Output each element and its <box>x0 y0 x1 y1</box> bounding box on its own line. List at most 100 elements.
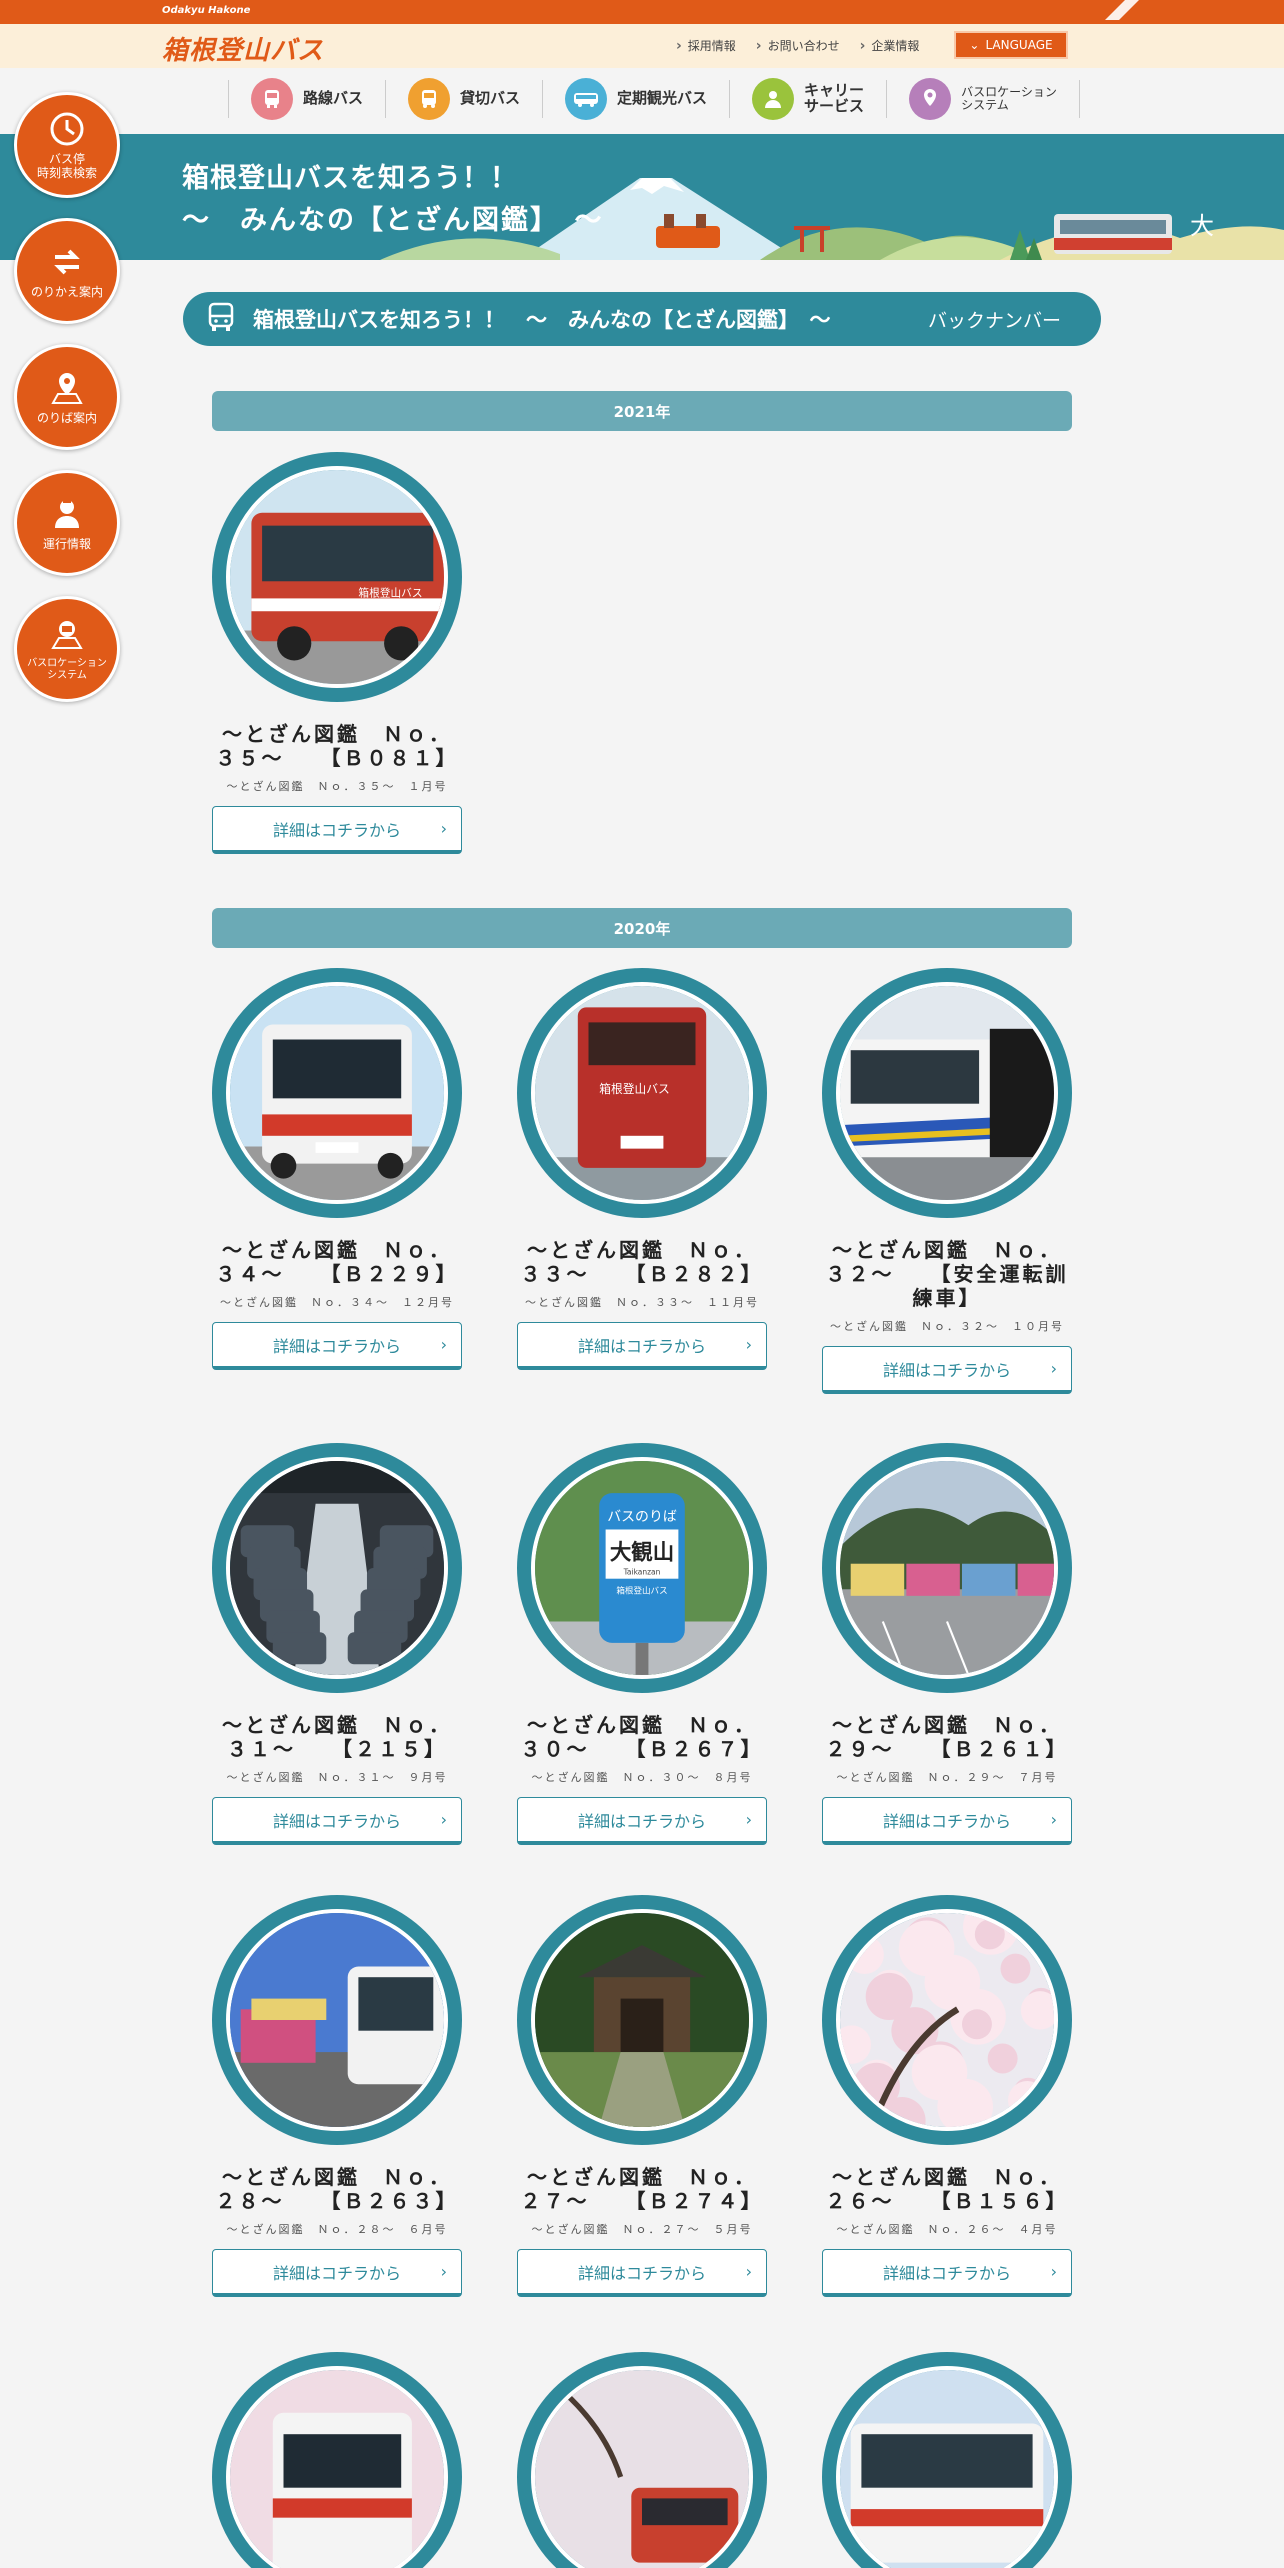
card-title: ～とざん図鑑 Ｎｏ．３０～ 【Ｂ２６７】 <box>520 1713 764 1761</box>
card-photo[interactable] <box>212 1895 462 2145</box>
card-title: ～とざん図鑑 Ｎｏ．２８～ 【Ｂ２６３】 <box>215 2165 459 2213</box>
bus-location-icon <box>48 616 86 654</box>
gallery-card: ～とざん図鑑 Ｎｏ．３２～ 【安全運転訓練車】 ～とざん図鑑 Ｎｏ．３２～ １０月… <box>822 968 1072 1394</box>
card-photo-frame: 箱根登山バス <box>531 982 753 1204</box>
chevron-right-icon: › <box>440 1810 447 1829</box>
recruit-link[interactable]: › 採用情報 <box>676 37 736 54</box>
card-photo[interactable] <box>212 2352 462 2568</box>
photo-bus-cherry-road <box>535 2370 749 2568</box>
card-photo[interactable]: バスのりば 大観山 Taikanzan 箱根登山バス <box>517 1443 767 1693</box>
details-button[interactable]: 詳細はコチラから › <box>517 1322 767 1370</box>
card-subtitle: ～とざん図鑑 Ｎｏ．３１～ ９月号 <box>226 1771 448 1784</box>
card-subtitle: ～とざん図鑑 Ｎｏ．３５～ １月号 <box>226 780 448 793</box>
nav-bus-location[interactable]: バスロケーション システム <box>886 78 1080 120</box>
details-button-label: 詳細はコチラから <box>272 820 401 840</box>
side-nav: バス停 時刻表検索 のりかえ案内 のりば案内 運行情報 バスロケーション システ… <box>14 92 120 722</box>
nav-route-bus[interactable]: 路線バス <box>228 78 385 120</box>
card-title: ～とざん図鑑 Ｎｏ．２６～ 【Ｂ１５６】 <box>825 2165 1069 2213</box>
chevron-right-icon: › <box>440 819 447 838</box>
card-photo[interactable] <box>212 968 462 1218</box>
card-title: ～とざん図鑑 Ｎｏ．３５～ 【Ｂ０８１】 <box>215 722 459 770</box>
boarding-guide-button[interactable]: のりば案内 <box>14 344 120 450</box>
gallery-card: 箱根登山バス ～とざん図鑑 Ｎｏ．３５～ 【Ｂ０８１】 ～とざん図鑑 Ｎｏ．３５～ … <box>212 452 462 854</box>
photo-bus-cherry-front <box>230 2370 444 2568</box>
svg-text:箱根登山バス: 箱根登山バス <box>616 1585 667 1597</box>
gallery-card: バスのりば 大観山 Taikanzan 箱根登山バス ～とざん図鑑 Ｎｏ．３０～ 【Ｂ２… <box>517 1443 767 1845</box>
photo-bus-side-red: 箱根登山バス <box>230 470 444 684</box>
card-photo[interactable]: 箱根登山バス <box>212 452 462 702</box>
card-photo[interactable] <box>822 968 1072 1218</box>
odakyu-brand: Odakyu Hakone <box>162 5 251 16</box>
card-photo-frame <box>226 1909 448 2131</box>
card-subtitle: ～とざん図鑑 Ｎｏ．２７～ ５月号 <box>531 2223 753 2236</box>
card-photo[interactable] <box>822 2352 1072 2568</box>
details-button-label: 詳細はコチラから <box>577 2263 706 2283</box>
details-button-label: 詳細はコチラから <box>577 1336 706 1356</box>
card-subtitle: ～とざん図鑑 Ｎｏ．３３～ １１月号 <box>525 1296 759 1309</box>
language-label: LANGUAGE <box>985 38 1053 52</box>
details-button[interactable]: 詳細はコチラから › <box>822 1346 1072 1394</box>
details-button[interactable]: 詳細はコチラから › <box>212 1797 462 1845</box>
bus-location-button[interactable]: バスロケーション システム <box>14 596 120 702</box>
hero-kanji: 大 <box>1190 212 1214 240</box>
svg-text:箱根登山バス: 箱根登山バス <box>358 586 422 599</box>
carry-service-icon <box>752 78 795 120</box>
details-button[interactable]: 詳細はコチラから › <box>822 1797 1072 1845</box>
card-photo-frame <box>836 982 1058 1204</box>
nav-carry-service[interactable]: キャリー サービス <box>729 78 886 120</box>
card-photo[interactable] <box>822 1443 1072 1693</box>
card-subtitle: ～とざん図鑑 Ｎｏ．３２～ １０月号 <box>830 1320 1064 1333</box>
svg-text:Taikanzan: Taikanzan <box>623 1567 661 1576</box>
service-info-label: 運行情報 <box>42 536 91 551</box>
gallery-card: 箱根登山バス ～とざん図鑑 Ｎｏ．３３～ 【Ｂ２８２】 ～とざん図鑑 Ｎｏ．３３～ … <box>517 968 767 1370</box>
details-button[interactable]: 詳細はコチラから › <box>212 1322 462 1370</box>
card-photo[interactable] <box>822 1895 1072 2145</box>
gallery-card: ～とざん図鑑 Ｎｏ．２７～ 【Ｂ２７４】 ～とざん図鑑 Ｎｏ．２７～ ５月号 詳細は… <box>517 1895 767 2297</box>
nav-carry-service-label: キャリー サービス <box>804 81 865 115</box>
sightseeing-bus-icon <box>565 78 608 120</box>
card-subtitle: ～とざん図鑑 Ｎｏ．３０～ ８月号 <box>531 1771 753 1784</box>
company-link[interactable]: › 企業情報 <box>860 37 920 54</box>
details-button[interactable]: 詳細はコチラから › <box>517 2249 767 2297</box>
clock-icon <box>48 110 86 148</box>
contact-link[interactable]: › お問い合わせ <box>756 37 840 54</box>
section-banner-title: 箱根登山バスを知ろう！！ ～ みんなの【とざん図鑑】 ～ <box>253 308 831 332</box>
card-photo-frame <box>226 1457 448 1679</box>
transfer-arrows-icon <box>48 243 86 281</box>
details-button[interactable]: 詳細はコチラから › <box>212 2249 462 2297</box>
details-button-label: 詳細はコチラから <box>272 1336 401 1356</box>
gallery-card <box>212 2352 462 2568</box>
nav-bus-location-label: バスロケーション システム <box>961 85 1057 112</box>
svg-text:大観山: 大観山 <box>610 1539 674 1565</box>
card-title: ～とざん図鑑 Ｎｏ．３２～ 【安全運転訓練車】 <box>825 1238 1069 1310</box>
timetable-search-button[interactable]: バス停 時刻表検索 <box>14 92 120 198</box>
language-button[interactable]: ⌄ LANGUAGE <box>954 31 1068 59</box>
year-header-2021: 2021年 <box>212 391 1072 431</box>
contact-link-label: お問い合わせ <box>767 39 840 53</box>
photo-bus-parking <box>840 1461 1054 1675</box>
gallery-card <box>517 2352 767 2568</box>
details-button[interactable]: 詳細はコチラから › <box>212 806 462 854</box>
card-photo[interactable] <box>517 1895 767 2145</box>
charter-bus-icon <box>408 78 451 120</box>
service-info-button[interactable]: 運行情報 <box>14 470 120 576</box>
timetable-search-label: バス停 時刻表検索 <box>36 151 97 180</box>
details-button[interactable]: 詳細はコチラから › <box>517 1797 767 1845</box>
card-photo-frame <box>226 982 448 1204</box>
card-subtitle: ～とざん図鑑 Ｎｏ．３４～ １２月号 <box>220 1296 454 1309</box>
card-photo[interactable]: 箱根登山バス <box>517 968 767 1218</box>
transfer-guide-button[interactable]: のりかえ案内 <box>14 218 120 324</box>
card-photo[interactable] <box>212 1443 462 1693</box>
nav-sightseeing-bus[interactable]: 定期観光バス <box>542 78 729 120</box>
details-button-label: 詳細はコチラから <box>272 2263 401 2283</box>
card-title: ～とざん図鑑 Ｎｏ．２９～ 【Ｂ２６１】 <box>825 1713 1069 1761</box>
card-title: ～とざん図鑑 Ｎｏ．３３～ 【Ｂ２８２】 <box>520 1238 764 1286</box>
card-photo[interactable] <box>517 2352 767 2568</box>
header-links: › 採用情報 › お問い合わせ › 企業情報 <box>676 37 919 54</box>
details-button[interactable]: 詳細はコチラから › <box>822 2249 1072 2297</box>
site-logo[interactable]: 箱根登山バス <box>162 30 324 67</box>
chevron-right-icon: › <box>1050 1359 1057 1378</box>
section-banner: 箱根登山バスを知ろう！！ ～ みんなの【とざん図鑑】 ～ バックナンバー <box>183 292 1101 346</box>
photo-bus-rear: 箱根登山バス <box>535 986 749 1200</box>
nav-charter-bus[interactable]: 貸切バス <box>385 78 542 120</box>
